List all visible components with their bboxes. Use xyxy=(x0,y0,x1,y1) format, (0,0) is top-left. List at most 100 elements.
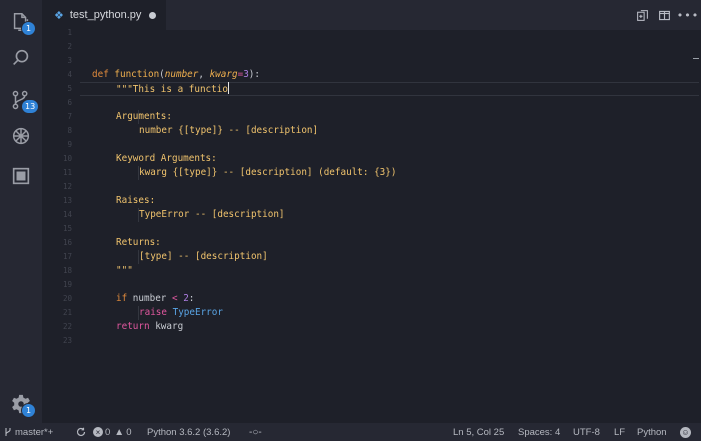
source-control-badge: 13 xyxy=(21,99,40,114)
debug-button[interactable] xyxy=(0,116,42,156)
smiley-icon: ☺ xyxy=(680,426,691,438)
more-actions-button[interactable]: ••• xyxy=(676,7,700,23)
code-line: 12 xyxy=(42,180,682,194)
code-line: 13 Raises: xyxy=(42,194,682,208)
open-changes-button[interactable] xyxy=(634,7,650,23)
line-number: 16 xyxy=(62,238,72,247)
language-mode[interactable]: Python xyxy=(637,423,667,441)
branch-indicator[interactable]: master*+ xyxy=(4,423,53,441)
code-line: 3 xyxy=(42,54,682,68)
settings-button[interactable]: 1 xyxy=(0,384,42,424)
line-number: 11 xyxy=(62,168,72,177)
line-number: 17 xyxy=(62,252,72,261)
code-line: 21 raise TypeError xyxy=(42,306,682,320)
line-number: 7 xyxy=(67,112,72,121)
explorer-button[interactable]: 1 xyxy=(0,2,42,42)
line-number: 4 xyxy=(67,70,72,79)
source-control-button[interactable]: 13 xyxy=(0,80,42,120)
line-number: 10 xyxy=(62,154,72,163)
error-count: 0 xyxy=(105,426,111,438)
interpreter-label: Python 3.6.2 (3.6.2) xyxy=(147,426,231,438)
line-number: 1 xyxy=(67,28,72,37)
line-number: 19 xyxy=(62,280,72,289)
debug-icon xyxy=(12,127,30,145)
line-number: 3 xyxy=(67,56,72,65)
code-text: [type] -- [description] xyxy=(139,251,268,262)
code-line: 10 Keyword Arguments: xyxy=(42,152,682,166)
feedback-button[interactable]: ☺ xyxy=(680,423,691,441)
error-icon: × xyxy=(93,427,103,437)
code-line: 11 kwarg {[type]} -- [description] (defa… xyxy=(42,166,682,180)
code-line: 4 def function(number, kwarg=3): xyxy=(42,68,682,82)
python-file-icon: ❖ xyxy=(54,8,64,22)
code-text: kwarg {[type]} -- [description] (default… xyxy=(139,167,397,178)
code-line: 9 xyxy=(42,138,682,152)
indentation[interactable]: Spaces: 4 xyxy=(518,423,560,441)
code-text: TypeError -- [description] xyxy=(139,209,285,220)
cursor-position[interactable]: Ln 5, Col 25 xyxy=(453,423,504,441)
branch-name: master*+ xyxy=(15,426,54,438)
more-icon: ••• xyxy=(676,8,700,22)
search-button[interactable] xyxy=(0,38,42,78)
code-text: if number < 2: xyxy=(116,293,195,304)
code-text: raise TypeError xyxy=(139,307,223,318)
code-text: """ xyxy=(116,265,133,276)
line-number: 14 xyxy=(62,210,72,219)
code-line: 8 number {[type]} -- [description] xyxy=(42,124,682,138)
code-line: 14 TypeError -- [description] xyxy=(42,208,682,222)
encoding-label: UTF-8 xyxy=(573,426,600,438)
code-line: 7 Arguments: xyxy=(42,110,682,124)
live-share-button[interactable]: -○- xyxy=(249,423,262,441)
commit-icon: -○- xyxy=(249,426,262,438)
problems-indicator[interactable]: × 0 ▲ 0 xyxy=(93,423,132,441)
line-number: 12 xyxy=(62,182,72,191)
warning-count: 0 xyxy=(126,426,132,438)
sync-button[interactable] xyxy=(76,423,86,441)
line-number: 22 xyxy=(62,322,72,331)
split-editor-button[interactable] xyxy=(656,7,672,23)
split-editor-icon xyxy=(658,10,670,20)
sync-icon xyxy=(76,427,86,437)
explorer-badge: 1 xyxy=(21,21,36,36)
eol[interactable]: LF xyxy=(614,423,625,441)
unsaved-dot-icon[interactable] xyxy=(149,11,157,19)
line-number: 5 xyxy=(67,84,72,93)
extensions-button[interactable] xyxy=(0,156,42,196)
code-line: 6 xyxy=(42,96,682,110)
code-line: 1 xyxy=(42,26,682,40)
code-line: 5 """This is a functio xyxy=(42,82,682,96)
search-icon xyxy=(13,49,29,66)
language-label: Python xyxy=(637,426,667,438)
open-changes-icon xyxy=(636,9,648,21)
code-line: 19 xyxy=(42,278,682,292)
code-line: 23 xyxy=(42,334,682,348)
line-number: 18 xyxy=(62,266,72,275)
code-line: 20 if number < 2: xyxy=(42,292,682,306)
code-line: 22 return kwarg xyxy=(42,320,682,334)
code-text: Returns: xyxy=(116,237,161,248)
status-bar: master*+ × 0 ▲ 0 Python 3.6.2 (3.6.2) -○… xyxy=(0,423,701,441)
code-line: 18 """ xyxy=(42,264,682,278)
code-line: 16 Returns: xyxy=(42,236,682,250)
tab-label: test_python.py xyxy=(69,9,142,21)
code-text: number {[type]} -- [description] xyxy=(139,125,319,136)
indentation-label: Spaces: 4 xyxy=(518,426,561,438)
code-text: return kwarg xyxy=(116,321,184,332)
line-number: 2 xyxy=(67,42,72,51)
activity-bar: 1 13 1 xyxy=(0,0,42,423)
line-number: 20 xyxy=(62,294,72,303)
editor[interactable]: 1 2 3 4 def function(number, kwarg=3): 5… xyxy=(42,28,701,423)
line-number: 6 xyxy=(67,98,72,107)
extensions-icon xyxy=(12,167,30,185)
line-number: 23 xyxy=(62,336,72,345)
line-number: 15 xyxy=(62,224,72,233)
code-text: Raises: xyxy=(116,195,156,206)
warning-icon: ▲ xyxy=(114,426,125,438)
python-interpreter[interactable]: Python 3.6.2 (3.6.2) xyxy=(147,423,230,441)
code-text: Arguments: xyxy=(116,111,172,122)
code-text: def function(number, kwarg=3): xyxy=(92,69,260,80)
line-number: 9 xyxy=(67,140,72,149)
encoding[interactable]: UTF-8 xyxy=(573,423,600,441)
code-line: 17 [type] -- [description] xyxy=(42,250,682,264)
text-caret xyxy=(227,82,229,94)
